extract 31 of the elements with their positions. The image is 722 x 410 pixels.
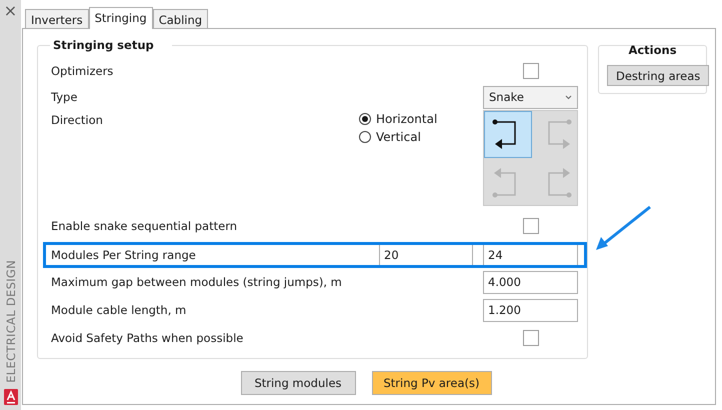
checkbox[interactable]: [522, 63, 538, 79]
radio-option[interactable]: Vertical: [359, 130, 473, 144]
field-label: Modules Per String range: [51, 248, 197, 262]
checkbox[interactable]: [522, 330, 538, 346]
number-input[interactable]: 1.200: [483, 298, 578, 322]
number-input[interactable]: 4.000: [483, 270, 578, 294]
type-dropdown[interactable]: Snake: [483, 86, 578, 108]
tab[interactable]: Stringing: [88, 7, 153, 29]
pattern-option[interactable]: [484, 111, 532, 158]
action-button[interactable]: String modules: [240, 371, 356, 395]
checkbox[interactable]: [522, 218, 538, 234]
destring-button[interactable]: Destring areas: [607, 65, 710, 86]
field-label: Maximum gap between modules (string jumps), m: [51, 275, 343, 289]
number-input[interactable]: 20: [379, 244, 473, 266]
group-title: Stringing setup: [50, 38, 172, 52]
field-label: Module cable length, m: [51, 303, 188, 317]
number-input[interactable]: 24: [483, 244, 578, 266]
action-button[interactable]: String Pv area(s): [372, 371, 492, 395]
chevron-down-icon: [565, 94, 572, 100]
app-logo-icon: [4, 389, 18, 405]
radio-option[interactable]: Horizontal: [359, 112, 473, 126]
panel-title: ELECTRICAL DESIGN: [4, 260, 18, 383]
group-title: Actions: [627, 43, 678, 57]
field-label: Type: [51, 90, 78, 104]
field-label: Direction: [51, 112, 104, 127]
field-label: Avoid Safety Paths when possible: [51, 331, 244, 345]
field-label: Optimizers: [51, 64, 114, 78]
tab[interactable]: Inverters: [25, 9, 89, 29]
close-button[interactable]: ×: [2, 2, 20, 20]
field-label: Enable snake sequential pattern: [51, 219, 238, 233]
tab[interactable]: Cabling: [152, 9, 208, 29]
